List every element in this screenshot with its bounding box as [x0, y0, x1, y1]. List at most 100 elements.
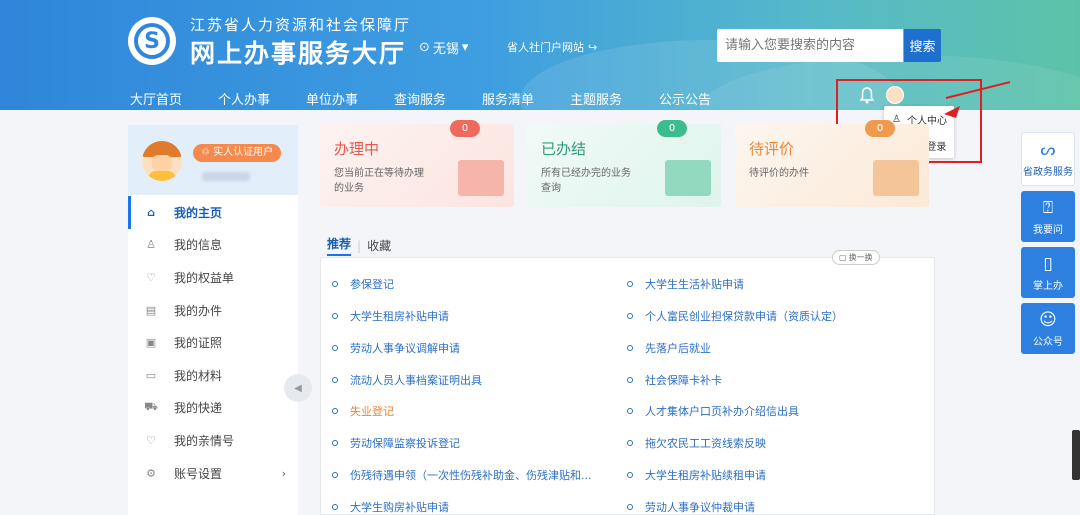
- bullet-icon: [332, 472, 338, 478]
- laptop-illustration-icon: [458, 160, 504, 196]
- service-link[interactable]: 大学生租房补贴续租申请: [627, 467, 766, 483]
- bullet-icon: [332, 281, 338, 287]
- nav-item-home[interactable]: 大厅首页: [130, 89, 182, 108]
- card-description: 您当前正在等待办理的业务: [334, 168, 424, 194]
- bullet-icon: [627, 345, 633, 351]
- nav-item-theme[interactable]: 主题服务: [570, 89, 622, 108]
- bullet-icon: [332, 345, 338, 351]
- service-link[interactable]: 劳动人事争议仲裁申请: [627, 499, 755, 515]
- status-card-processing[interactable]: 0 办理中 您当前正在等待办理的业务: [320, 120, 514, 207]
- nav-item-unit[interactable]: 单位办事: [306, 89, 358, 108]
- mobile-service-button[interactable]: ▯ 掌上办: [1021, 247, 1075, 298]
- service-label: 大学生租房补贴续租申请: [645, 469, 766, 482]
- service-label: 先落户后就业: [645, 342, 711, 355]
- card-title: 办理中: [334, 140, 380, 158]
- service-label: 参保登记: [350, 278, 394, 291]
- service-link[interactable]: 大学生生活补贴申请: [627, 276, 744, 292]
- share-arrow-icon: ↪: [588, 40, 598, 54]
- site-title: 网上办事服务大厅: [190, 39, 407, 68]
- sidebar-item-materials[interactable]: ▭ 我的材料: [128, 359, 298, 392]
- sidebar-item-licenses[interactable]: ▣ 我的证照: [128, 326, 298, 359]
- service-link[interactable]: 社会保障卡补卡: [627, 372, 722, 388]
- service-label: 大学生购房补贴申请: [350, 501, 449, 514]
- tab-recommend[interactable]: 推荐: [327, 235, 352, 256]
- nav-item-service-list[interactable]: 服务清单: [482, 89, 534, 108]
- service-label: 劳动人事争议调解申请: [350, 342, 460, 355]
- gov-service-button[interactable]: ᔕ 省政务服务: [1021, 132, 1075, 186]
- nav-item-notice[interactable]: 公示公告: [659, 89, 711, 108]
- question-icon: ⍰: [1042, 197, 1054, 218]
- search-input[interactable]: [717, 29, 903, 62]
- bullet-icon: [627, 440, 633, 446]
- refresh-icon: ▢: [839, 253, 847, 262]
- verified-badge: ♲ 实人认证用户: [193, 144, 282, 162]
- city-selector[interactable]: ⊙ 无锡 ▾: [419, 38, 468, 57]
- bullet-icon: [627, 281, 633, 287]
- heart-icon: ♡: [146, 433, 156, 447]
- triangle-left-icon: ◀: [294, 382, 302, 394]
- location-pin-icon: ⊙: [419, 40, 430, 55]
- service-link[interactable]: 人才集体户口页补办介绍信出具: [627, 403, 799, 419]
- portal-label: 省人社门户网站: [507, 41, 584, 54]
- tab-favorite[interactable]: 收藏: [367, 237, 391, 254]
- service-label: 大学生租房补贴申请: [350, 310, 449, 323]
- service-label: 劳动保障监察投诉登记: [350, 437, 460, 450]
- bullet-icon: [332, 377, 338, 383]
- sidebar-item-info[interactable]: ♙ 我的信息: [128, 229, 298, 262]
- card-description: 待评价的办件: [749, 168, 809, 179]
- sidebar-item-cases[interactable]: ▤ 我的办件: [128, 294, 298, 327]
- service-link[interactable]: 劳动人事争议调解申请: [332, 340, 460, 356]
- logo-emblem-icon: S: [134, 23, 170, 59]
- sidebar-item-home[interactable]: ⌂ 我的主页: [128, 196, 298, 229]
- chevron-right-icon: ›: [281, 466, 286, 480]
- ask-question-button[interactable]: ⍰ 我要问: [1021, 191, 1075, 242]
- service-link[interactable]: 伤残待遇申领（一次性伤残补助金、伤残津贴和...: [332, 467, 592, 483]
- bullet-icon: [627, 472, 633, 478]
- collapse-sidebar-button[interactable]: ◀: [284, 374, 312, 402]
- status-card-completed[interactable]: 0 已办结 所有已经办完的业务查询: [527, 120, 721, 207]
- service-link[interactable]: 拖欠农民工工资线索反映: [627, 435, 766, 451]
- sidebar-item-rights[interactable]: ♡ 我的权益单: [128, 261, 298, 294]
- sidebar-item-express[interactable]: ⛟ 我的快递: [128, 392, 298, 425]
- service-link[interactable]: 参保登记: [332, 276, 394, 292]
- count-badge: 0: [657, 120, 687, 137]
- sidebar-item-label: 我的亲情号: [174, 433, 235, 448]
- sidebar-item-family[interactable]: ♡ 我的亲情号: [128, 424, 298, 457]
- site-logo[interactable]: S: [128, 17, 176, 65]
- masked-username: [202, 172, 250, 181]
- service-link[interactable]: 劳动保障监察投诉登记: [332, 435, 460, 451]
- user-icon: ♙: [146, 238, 156, 252]
- service-tabs: 推荐 | 收藏: [327, 235, 391, 256]
- sidebar-item-label: 我的快递: [174, 401, 223, 416]
- service-link[interactable]: 大学生租房补贴申请: [332, 308, 449, 324]
- service-link[interactable]: 大学生购房补贴申请: [332, 499, 449, 515]
- profile-panel: ♲ 实人认证用户: [128, 125, 298, 195]
- service-link[interactable]: 流动人员人事档案证明出具: [332, 372, 482, 388]
- laptop-illustration-icon: [665, 160, 711, 196]
- bullet-icon: [332, 408, 338, 414]
- nav-item-query[interactable]: 查询服务: [394, 89, 446, 108]
- star-illustration-icon: [873, 160, 919, 196]
- sidebar-item-settings[interactable]: ⚙ 账号设置 ›: [128, 457, 298, 490]
- float-label: 掌上办: [1033, 280, 1063, 292]
- portal-link[interactable]: 省人社门户网站 ↪: [507, 39, 597, 55]
- service-link-hovered[interactable]: 失业登记: [332, 403, 394, 419]
- service-link[interactable]: 个人富民创业担保贷款申请（资质认定）: [627, 308, 843, 324]
- float-label: 我要问: [1033, 224, 1063, 236]
- nav-item-personal[interactable]: 个人办事: [218, 89, 270, 108]
- wechat-account-button[interactable]: ☺ 公众号: [1021, 303, 1075, 354]
- float-label: 公众号: [1033, 336, 1063, 348]
- service-label: 社会保障卡补卡: [645, 374, 722, 387]
- status-card-to-evaluate[interactable]: 0 待评价 待评价的办件: [735, 120, 929, 207]
- service-link[interactable]: 先落户后就业: [627, 340, 711, 356]
- count-badge: 0: [865, 120, 895, 137]
- card-title: 已办结: [541, 140, 587, 158]
- bullet-icon: [332, 440, 338, 446]
- side-widget-handle[interactable]: [1072, 430, 1080, 480]
- truck-icon: ⛟: [144, 400, 158, 414]
- refresh-button[interactable]: ▢ 换一换: [832, 250, 880, 265]
- sidebar: ♲ 实人认证用户 ⌂ 我的主页 ♙ 我的信息 ♡ 我的权益单 ▤ 我的办件 ▣ …: [128, 125, 298, 515]
- bullet-icon: [627, 408, 633, 414]
- search-button[interactable]: 搜索: [904, 29, 941, 62]
- service-label: 流动人员人事档案证明出具: [350, 374, 482, 387]
